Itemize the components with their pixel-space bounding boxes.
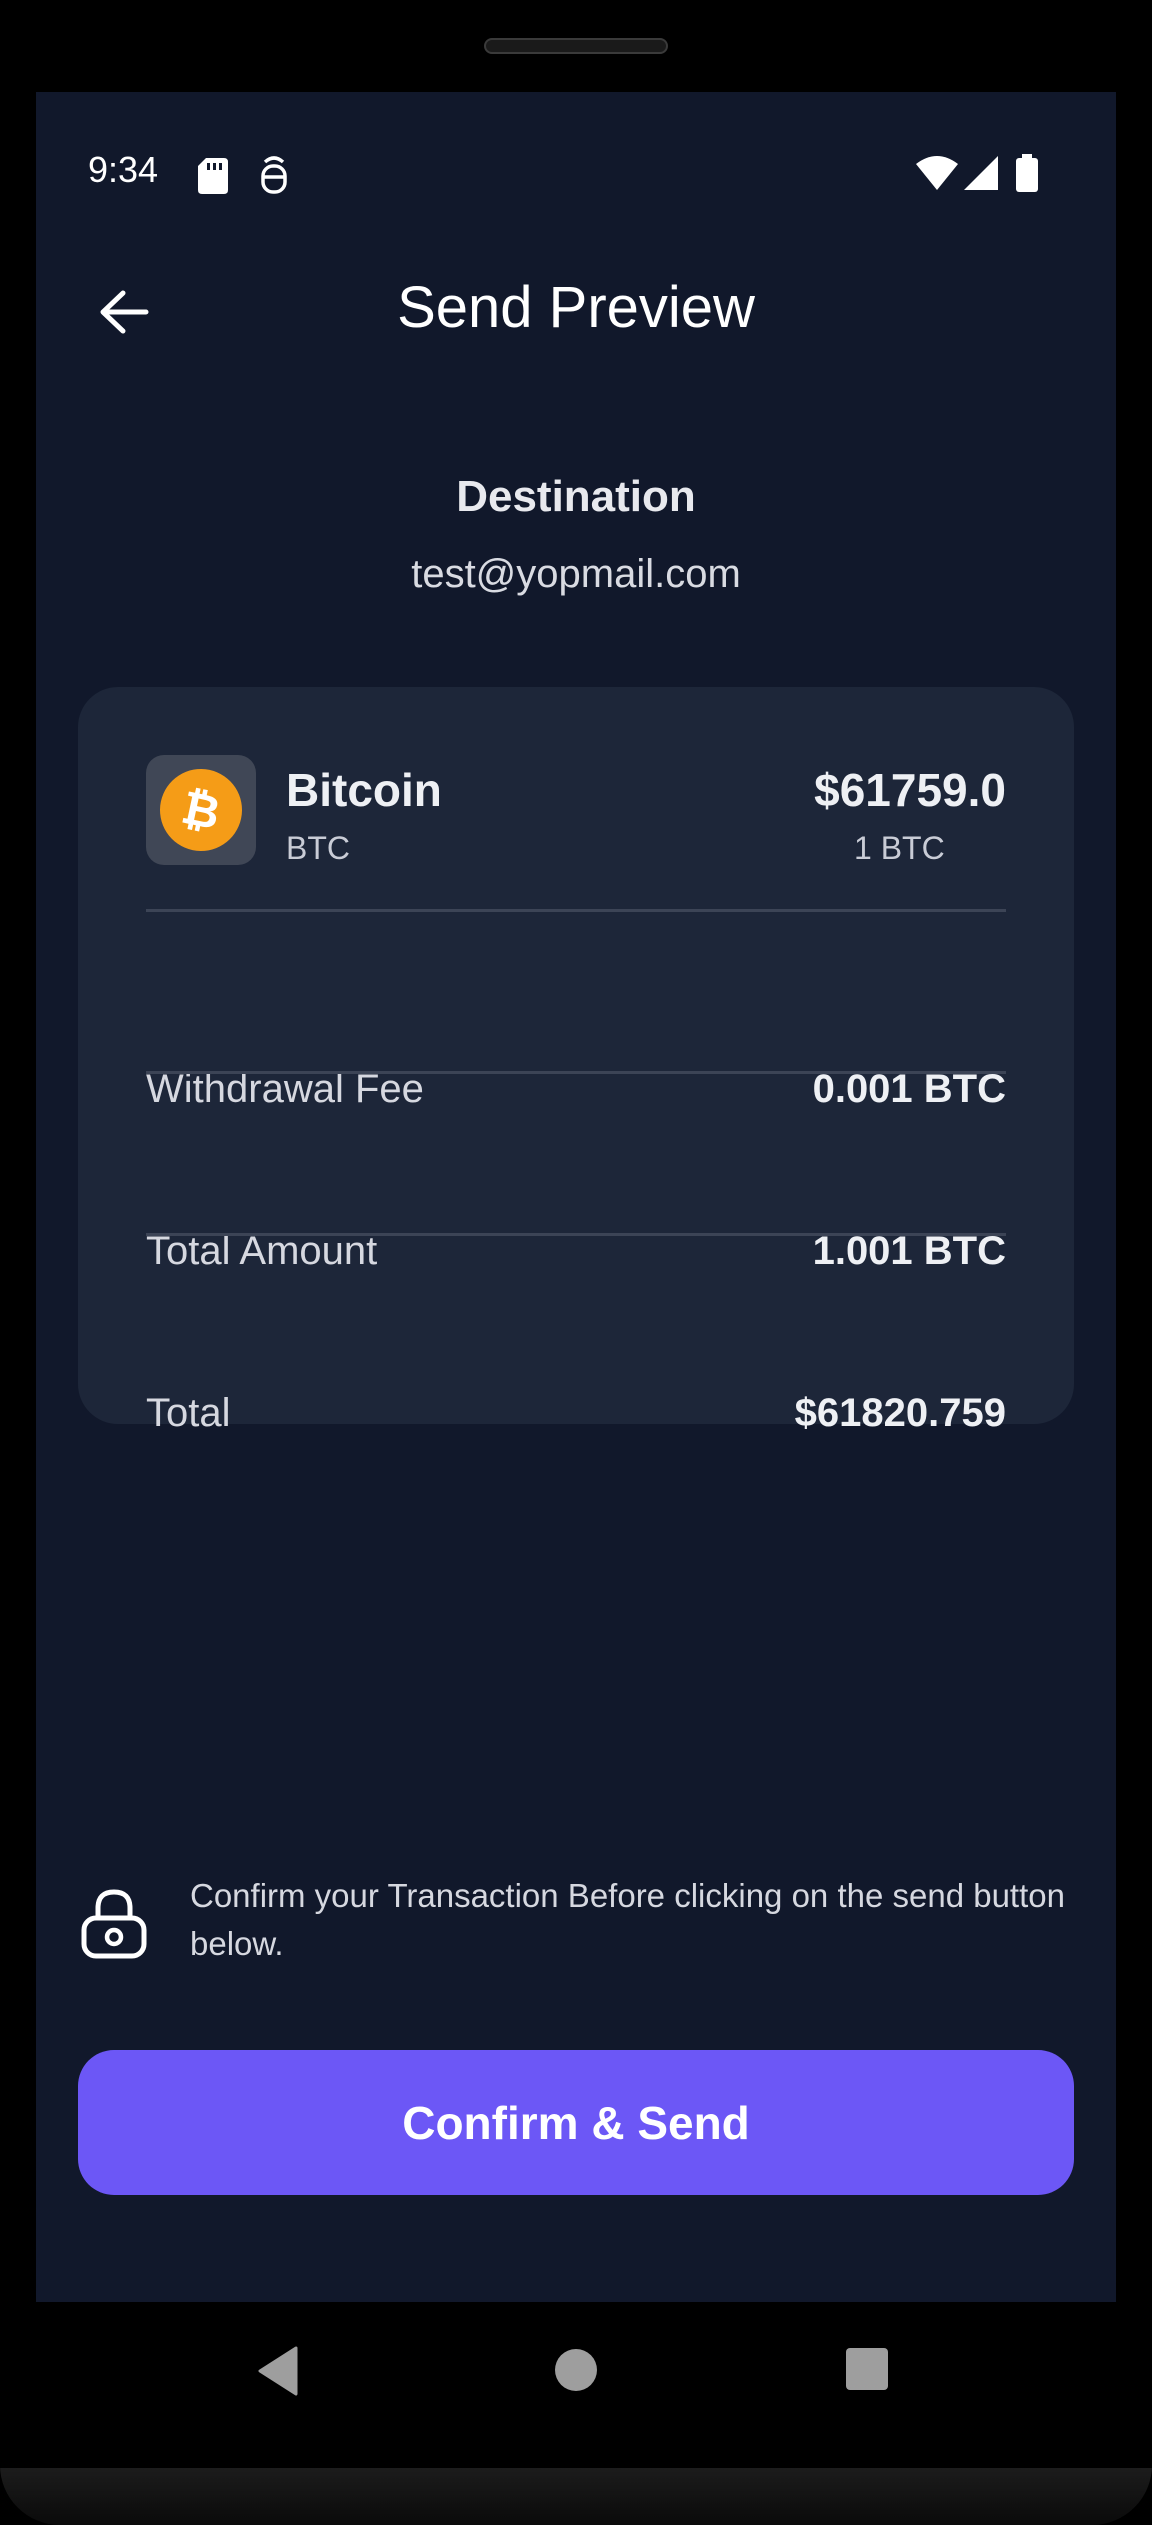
page-title: Send Preview <box>397 275 755 340</box>
sd-card-icon <box>198 158 228 194</box>
nav-home-icon[interactable] <box>554 2348 598 2392</box>
destination-value: test@yopmail.com <box>411 552 741 596</box>
system-navigation-bar <box>0 2302 1152 2468</box>
battery-icon <box>1016 154 1038 192</box>
confirmation-note: Confirm your Transaction Before clicking… <box>190 1877 1065 1962</box>
status-time: 9:34 <box>88 149 159 190</box>
wifi-icon <box>916 156 958 190</box>
status-bar: 9:34 <box>36 92 1116 212</box>
coin-name: Bitcoin <box>286 764 442 816</box>
divider <box>146 1233 1006 1236</box>
coin-icon-container: ₿ <box>146 755 256 865</box>
coin-symbol: BTC <box>286 830 350 866</box>
transaction-summary-card: ₿ Bitcoin BTC $61759.0 1 BTC Withdrawal … <box>78 687 1074 1435</box>
nav-recents-icon[interactable] <box>846 2348 888 2390</box>
debug-icon <box>261 156 287 194</box>
speaker-grille <box>484 38 668 54</box>
divider <box>146 909 1006 912</box>
nav-back-icon[interactable] <box>256 2346 300 2396</box>
device-frame: 9:34 Send Preview Destination test@yopma… <box>0 0 1152 2525</box>
divider <box>146 1071 1006 1074</box>
total-value: $61820.759 <box>794 1391 1006 1435</box>
app-screen: 9:34 Send Preview Destination test@yopma… <box>36 92 1116 2302</box>
confirm-send-button[interactable]: Confirm & Send <box>78 2050 1074 2195</box>
lock-icon <box>81 1889 147 1959</box>
coin-unit: 1 BTC <box>854 830 945 866</box>
bitcoin-icon: ₿ <box>152 761 250 859</box>
coin-price: $61759.0 <box>814 764 1006 816</box>
total-label: Total <box>146 1391 231 1435</box>
cellular-signal-icon <box>964 156 998 190</box>
destination-label: Destination <box>456 472 696 521</box>
bottom-bezel <box>0 2468 1152 2525</box>
